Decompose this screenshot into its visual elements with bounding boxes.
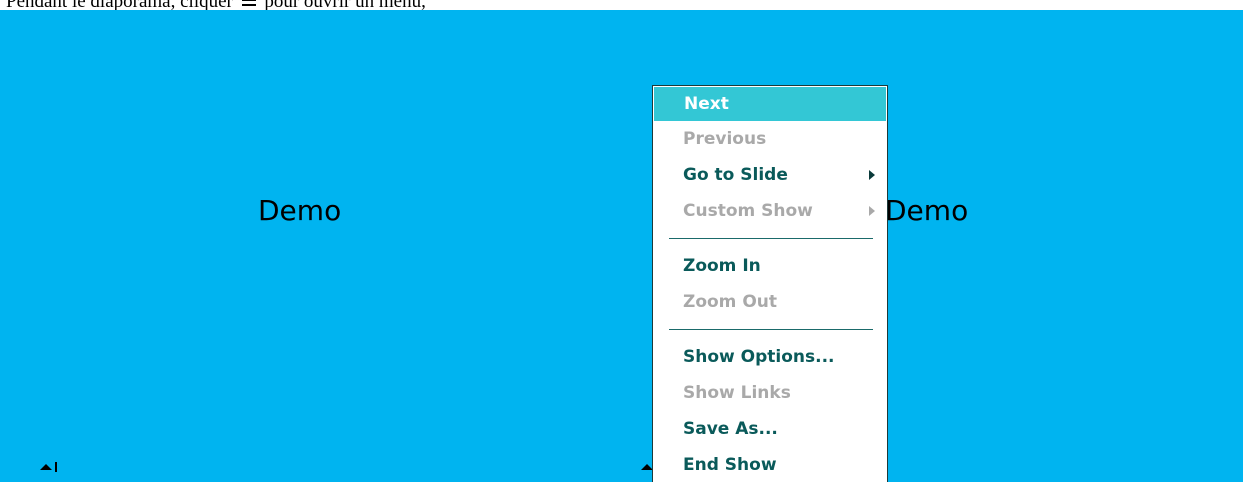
context-menu: Next Previous Go to Slide Custom Show Zo… — [652, 85, 888, 482]
menu-item-show-options[interactable]: Show Options... — [653, 339, 887, 375]
menu-item-label: Next — [684, 94, 729, 114]
slide-title-left: Demo — [258, 194, 342, 227]
menu-item-label: Save As... — [683, 419, 778, 439]
menu-item-show-links: Show Links — [653, 375, 887, 411]
menu-item-save-as[interactable]: Save As... — [653, 411, 887, 447]
slide-title-right: Demo — [885, 194, 969, 227]
menu-item-next[interactable]: Next — [654, 87, 886, 121]
menu-separator — [669, 329, 873, 330]
menu-item-label: Show Links — [683, 383, 791, 403]
page: Pendant le diaporama, cliquer pour ouvri… — [0, 0, 1243, 482]
submenu-arrow-icon — [869, 206, 875, 216]
menu-item-label: End Show — [683, 455, 777, 475]
slideshow-area[interactable]: Demo Demo — [0, 10, 1243, 482]
menu-item-go-to-slide[interactable]: Go to Slide — [653, 157, 887, 193]
menu-item-label: Zoom Out — [683, 292, 777, 312]
menu-item-previous: Previous — [653, 121, 887, 157]
slide-nav-up-icon[interactable] — [40, 460, 57, 472]
menu-item-label: Show Options... — [683, 347, 835, 367]
menu-icon — [241, 0, 256, 7]
menu-separator — [669, 238, 873, 239]
menu-item-label: Custom Show — [683, 201, 813, 221]
menu-item-label: Zoom In — [683, 256, 761, 276]
menu-item-end-show[interactable]: End Show — [653, 447, 887, 482]
menu-item-zoom-in[interactable]: Zoom In — [653, 248, 887, 284]
menu-item-zoom-out: Zoom Out — [653, 284, 887, 320]
menu-item-label: Previous — [683, 129, 767, 149]
menu-item-custom-show: Custom Show — [653, 193, 887, 229]
submenu-arrow-icon — [869, 170, 875, 180]
menu-item-label: Go to Slide — [683, 165, 788, 185]
